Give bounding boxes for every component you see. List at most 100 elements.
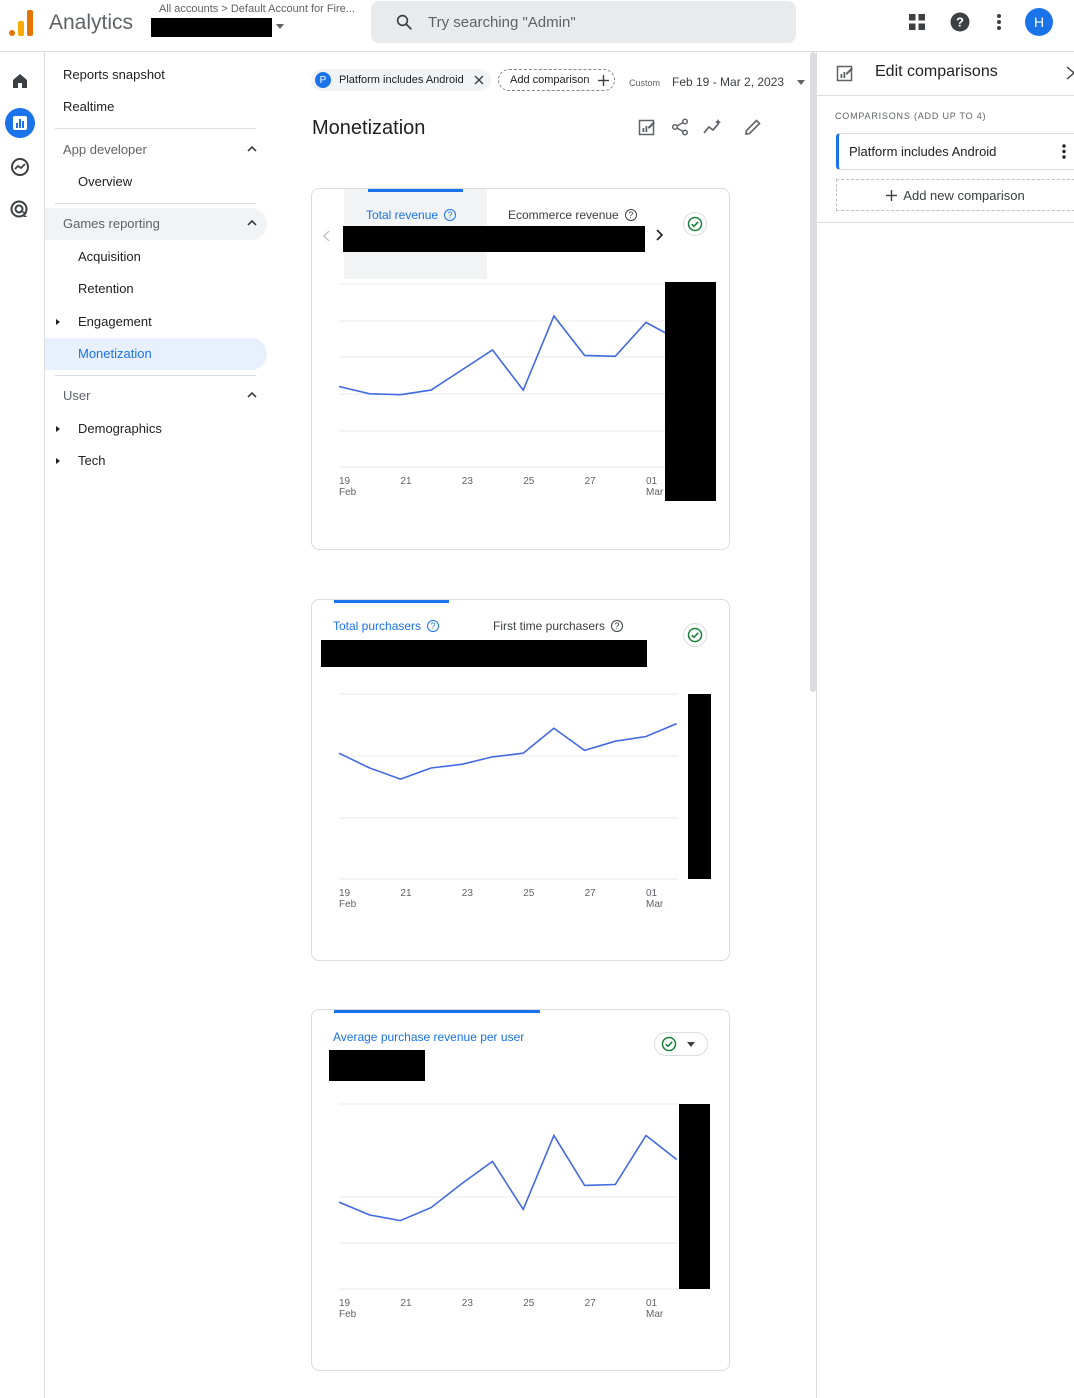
add-comparison-button[interactable]: Add comparison [498,69,615,91]
date-dropdown-icon[interactable] [797,80,805,85]
plus-icon [597,74,609,86]
close-icon[interactable] [474,75,484,85]
explore-icon[interactable] [5,152,35,182]
comparison-chip-label: Platform includes Android [339,74,464,86]
x-tick-label: 21 [400,888,412,899]
x-tick-label: 01 [646,476,658,487]
chart-values-redacted [665,282,716,501]
nav-item-demographics[interactable]: Demographics [78,414,162,444]
add-new-comparison-button[interactable]: Add new comparison [836,179,1074,211]
report-nav: Reports snapshot Realtime App developer … [45,52,275,1398]
search-input[interactable] [428,11,768,33]
more-vert-icon[interactable] [1062,144,1066,159]
nav-divider [55,375,256,376]
series-line [338,722,678,780]
x-tick-label: 19 [339,476,351,487]
more-vert-icon[interactable] [988,11,1010,33]
plus-icon [886,189,898,201]
svg-text:?: ? [956,15,964,30]
expand-arrow-icon[interactable] [56,426,60,432]
nav-divider [55,128,256,129]
x-tick-label: 19 [339,1298,351,1309]
left-rail [0,52,45,1398]
x-tick-label: 27 [585,1298,597,1309]
x-tick-month-label: Mar [646,1309,664,1320]
reports-icon[interactable] [5,108,35,138]
x-tick-label: 27 [585,888,597,899]
series-line [338,1133,678,1222]
expand-arrow-icon[interactable] [56,458,60,464]
x-tick-label: 25 [523,888,535,899]
top-bar: Analytics All accounts > Default Account… [0,0,1074,52]
nav-realtime[interactable]: Realtime [63,92,114,122]
x-tick-label: 01 [646,1298,658,1309]
chevron-up-icon [247,135,257,165]
date-range-picker[interactable]: Feb 19 - Mar 2, 2023 [672,75,784,89]
page-title: Monetization [312,117,426,139]
nav-section-label: App developer [63,142,147,157]
x-tick-label: 23 [462,888,474,899]
panel-divider [817,222,1074,223]
app-title: Analytics [49,11,134,34]
search-box[interactable] [371,1,796,43]
x-tick-month-label: Feb [339,487,357,498]
purchasers-line-chart: 19Feb 21 23 25 27 01Mar [338,693,678,910]
home-icon[interactable] [5,66,35,96]
x-tick-label: 23 [462,476,474,487]
search-icon [396,14,412,30]
nav-item-engagement[interactable]: Engagement [78,307,152,337]
comparison-chip[interactable]: P Platform includes Android [311,69,491,91]
nav-section-games-reporting[interactable]: Games reporting [63,209,263,239]
x-tick-label: 27 [585,476,597,487]
analytics-logo-icon[interactable] [8,8,36,36]
nav-item-retention[interactable]: Retention [78,274,134,304]
x-tick-month-label: Mar [646,487,664,498]
property-dropdown-icon[interactable] [276,24,284,29]
x-tick-label: 21 [400,476,412,487]
x-tick-label: 25 [523,1298,535,1309]
add-new-comparison-label: Add new comparison [903,187,1025,203]
nav-divider [55,203,256,204]
insights-icon[interactable] [702,116,724,138]
x-tick-month-label: Feb [339,1309,357,1320]
x-tick-label: 25 [523,476,535,487]
account-avatar[interactable]: H [1025,8,1053,36]
nav-reports-snapshot[interactable]: Reports snapshot [63,60,165,90]
comparison-item-label: Platform includes Android [849,144,997,159]
nav-section-app-developer[interactable]: App developer [63,135,263,165]
panel-header: Edit comparisons [817,52,1074,96]
chart-values-redacted [688,694,711,879]
chart-values-redacted [679,1104,710,1289]
advertising-icon[interactable] [5,195,35,225]
property-name-redacted[interactable] [151,18,272,37]
series-line [338,314,678,396]
expand-arrow-icon[interactable] [56,319,60,325]
add-comparison-label: Add comparison [510,74,590,86]
comparison-item[interactable]: Platform includes Android [836,133,1074,170]
x-tick-label: 21 [400,1298,412,1309]
metric-card-purchasers: Total purchasers? First time purchasers?… [311,599,730,961]
x-tick-label: 19 [339,888,351,899]
x-tick-month-label: Feb [339,899,357,910]
metric-card-revenue: Total revenue? Ecommerce revenue? 19 Feb 2… [311,188,730,550]
x-tick-month-label: Mar [646,899,664,910]
nav-item-monetization[interactable]: Monetization [78,339,152,369]
share-icon[interactable] [669,116,691,138]
nav-section-label: User [63,388,91,403]
x-tick-label: 01 [646,888,658,899]
nav-section-user[interactable]: User [63,381,263,411]
panel-title: Edit comparisons [875,63,998,80]
customize-report-icon[interactable] [636,116,658,138]
metric-card-arppu: Average purchase revenue per user 19 Feb 2… [311,1009,730,1371]
apps-grid-icon[interactable] [906,11,928,33]
nav-item-tech[interactable]: Tech [78,446,105,476]
edit-pencil-icon[interactable] [742,116,764,138]
chevron-up-icon [247,381,257,411]
chevron-up-icon [247,209,257,239]
customize-report-icon [836,64,854,87]
help-icon[interactable]: ? [949,11,971,33]
nav-item-overview[interactable]: Overview [78,167,132,197]
account-breadcrumb[interactable]: All accounts > Default Account for Fire.… [159,3,355,15]
close-panel-icon[interactable] [1066,66,1074,85]
nav-item-acquisition[interactable]: Acquisition [78,242,141,272]
